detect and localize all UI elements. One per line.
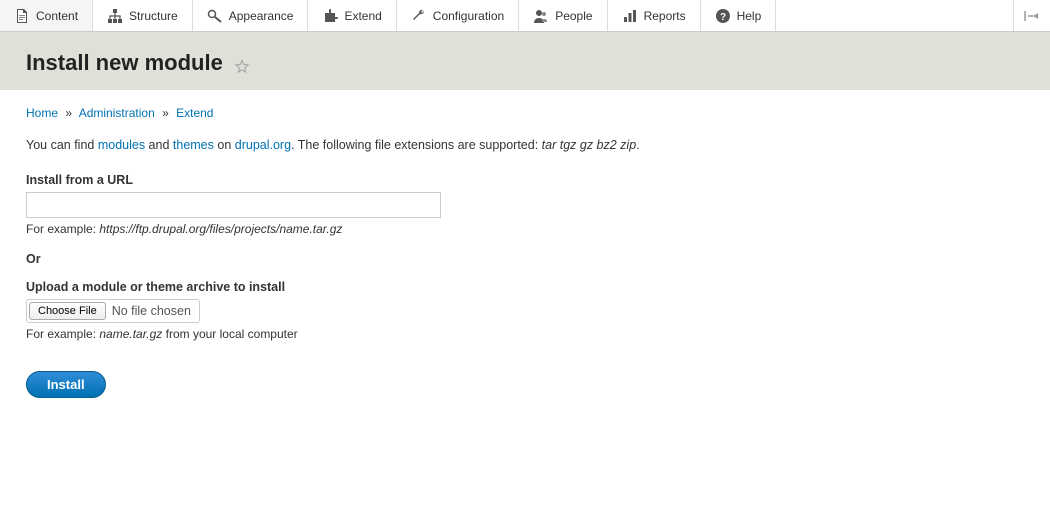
content-region: Home » Administration » Extend You can f…	[0, 90, 1050, 414]
choose-file-button[interactable]: Choose File	[29, 302, 106, 320]
drupal-link[interactable]: drupal.org	[235, 138, 291, 152]
supported-extensions: tar tgz gz bz2 zip	[542, 138, 637, 152]
breadcrumb-admin[interactable]: Administration	[79, 106, 155, 120]
install-url-input[interactable]	[26, 192, 441, 218]
modules-link[interactable]: modules	[98, 138, 145, 152]
structure-icon	[107, 8, 123, 24]
help-icon: ?	[715, 8, 731, 24]
toolbar-label: People	[555, 9, 592, 23]
intro-text: You can find modules and themes on drupa…	[26, 136, 1024, 155]
favorite-star-icon[interactable]	[234, 59, 250, 75]
breadcrumb-extend[interactable]: Extend	[176, 106, 213, 120]
toolbar-item-people[interactable]: People	[519, 0, 607, 31]
content-icon	[14, 8, 30, 24]
file-input-wrapper[interactable]: Choose File No file chosen	[26, 299, 200, 323]
reports-icon	[622, 8, 638, 24]
or-separator: Or	[26, 252, 1024, 266]
toolbar-label: Extend	[344, 9, 381, 23]
admin-toolbar: Content Structure Appearance Extend Conf…	[0, 0, 1050, 32]
toolbar-item-appearance[interactable]: Appearance	[193, 0, 309, 31]
toolbar-item-configuration[interactable]: Configuration	[397, 0, 519, 31]
collapse-icon	[1024, 10, 1040, 22]
toolbar-item-structure[interactable]: Structure	[93, 0, 193, 31]
install-button[interactable]: Install	[26, 371, 106, 398]
page-title: Install new module	[26, 50, 223, 76]
people-icon	[533, 8, 549, 24]
breadcrumb-sep: »	[65, 106, 72, 120]
toolbar-label: Configuration	[433, 9, 504, 23]
upload-field-label: Upload a module or theme archive to inst…	[26, 280, 1024, 294]
toolbar-label: Appearance	[229, 9, 294, 23]
breadcrumb-sep: »	[162, 106, 169, 120]
file-status-text: No file chosen	[112, 304, 191, 318]
upload-help-text: For example: name.tar.gz from your local…	[26, 327, 1024, 341]
breadcrumb: Home » Administration » Extend	[26, 106, 1024, 120]
toolbar-label: Content	[36, 9, 78, 23]
themes-link[interactable]: themes	[173, 138, 214, 152]
url-help-text: For example: https://ftp.drupal.org/file…	[26, 222, 1024, 236]
toolbar-spacer	[776, 0, 1013, 31]
title-bar: Install new module	[0, 32, 1050, 90]
toolbar-label: Help	[737, 9, 762, 23]
toolbar-item-help[interactable]: ? Help	[701, 0, 777, 31]
toolbar-item-extend[interactable]: Extend	[308, 0, 396, 31]
extend-icon	[322, 8, 338, 24]
toolbar-label: Reports	[644, 9, 686, 23]
appearance-icon	[207, 8, 223, 24]
toolbar-item-reports[interactable]: Reports	[608, 0, 701, 31]
configuration-icon	[411, 8, 427, 24]
toolbar-collapse[interactable]	[1013, 0, 1050, 31]
toolbar-item-content[interactable]: Content	[0, 0, 93, 31]
toolbar-label: Structure	[129, 9, 178, 23]
breadcrumb-home[interactable]: Home	[26, 106, 58, 120]
svg-text:?: ?	[720, 12, 726, 23]
url-field-label: Install from a URL	[26, 173, 1024, 187]
